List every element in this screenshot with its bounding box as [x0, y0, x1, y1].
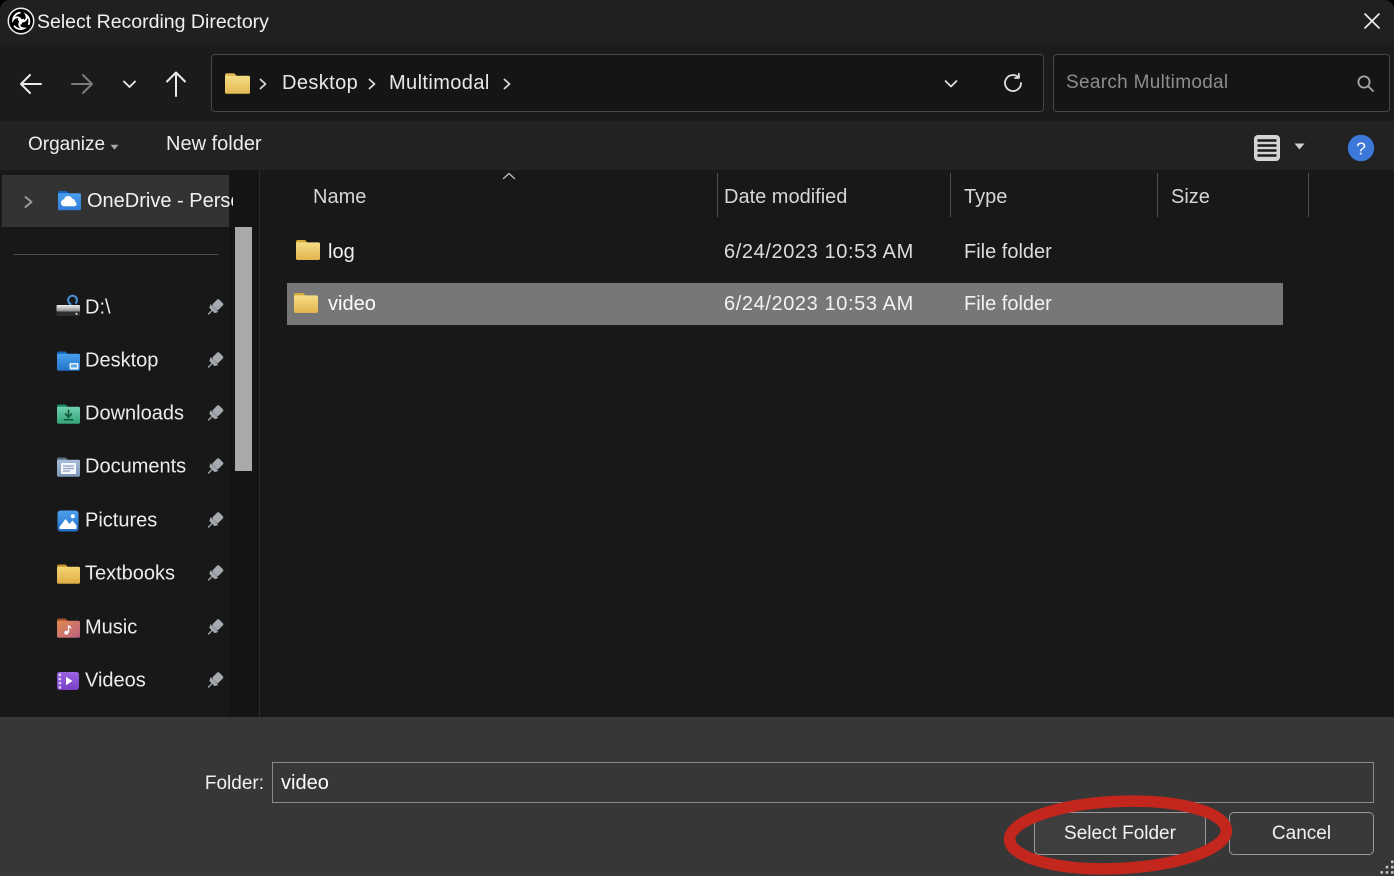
svg-text:?: ? [1356, 139, 1366, 159]
